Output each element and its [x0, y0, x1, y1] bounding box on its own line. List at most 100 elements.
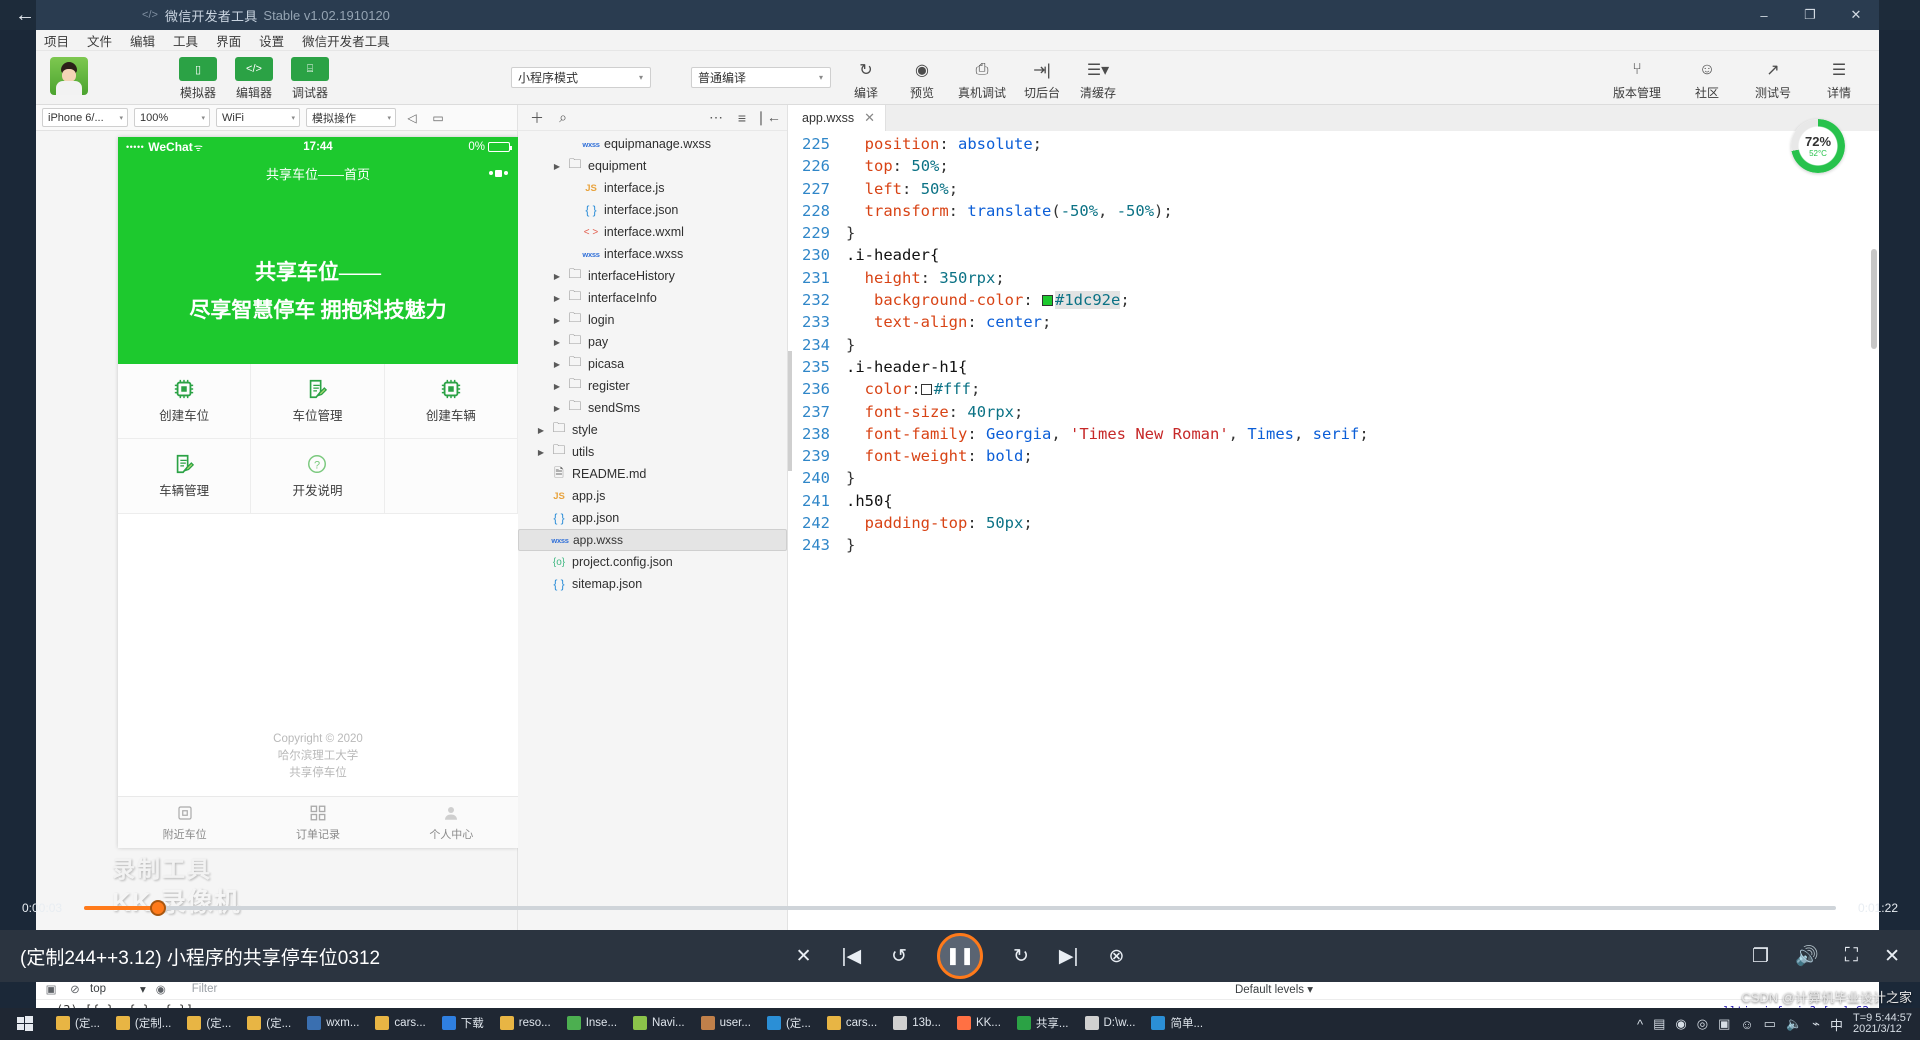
- video-progress-track[interactable]: [84, 900, 1836, 916]
- collapse-all-icon[interactable]: ≡: [731, 107, 753, 129]
- console-filter-input[interactable]: Filter: [192, 983, 218, 995]
- editor-tab-app-wxss[interactable]: app.wxss ✕: [788, 105, 887, 131]
- editor-scrollbar[interactable]: [1871, 249, 1877, 349]
- pause-button[interactable]: ❚❚: [937, 933, 983, 979]
- chevron-right-icon[interactable]: ▶: [550, 294, 564, 303]
- taskbar-item[interactable]: 共享...: [1009, 1008, 1077, 1040]
- clear-console-icon[interactable]: ▣: [42, 980, 60, 998]
- chevron-right-icon[interactable]: ▶: [550, 272, 564, 281]
- fullscreen-icon[interactable]: ⛶: [1845, 945, 1858, 967]
- chevron-right-icon[interactable]: ▶: [550, 162, 564, 171]
- tray-chat-icon[interactable]: ☺: [1740, 1017, 1753, 1032]
- toolbar-simulator-button[interactable]: ▯ 模拟器: [176, 57, 220, 101]
- taskbar-item[interactable]: KK...: [949, 1008, 1009, 1040]
- taskbar-item[interactable]: Inse...: [559, 1008, 625, 1040]
- menu-item-tools[interactable]: 工具: [171, 31, 200, 50]
- screencast-icon[interactable]: ▭: [428, 108, 448, 128]
- tree-item-equipmanage-wxss[interactable]: wxss equipmanage.wxss: [518, 133, 787, 155]
- grid-item-manage-spot[interactable]: 车位管理: [251, 364, 385, 439]
- mode-select[interactable]: 小程序模式 ▾: [511, 67, 651, 88]
- tray-monitor-icon[interactable]: ▭: [1764, 1016, 1776, 1032]
- toolbar-device-debug-button[interactable]: ⎙ 真机调试: [958, 57, 1006, 101]
- phone-tab-nearby[interactable]: 附近车位: [118, 797, 251, 848]
- menu-item-interface[interactable]: 界面: [214, 31, 243, 50]
- taskbar-item[interactable]: cars...: [819, 1008, 885, 1040]
- chevron-right-icon[interactable]: ▶: [534, 448, 548, 457]
- chevron-right-icon[interactable]: ▶: [550, 316, 564, 325]
- taskbar-item[interactable]: reso...: [492, 1008, 559, 1040]
- tree-item-interfaceinfo[interactable]: ▶ 🗀 interfaceInfo: [518, 287, 787, 309]
- capsule-buttons[interactable]: [489, 169, 508, 177]
- tray-app-icon[interactable]: ▣: [1718, 1016, 1730, 1032]
- tree-item-register[interactable]: ▶ 🗀 register: [518, 375, 787, 397]
- phone-tab-orders[interactable]: 订单记录: [251, 797, 384, 848]
- close-icon[interactable]: ✕: [864, 110, 875, 126]
- tree-item-sendsms[interactable]: ▶ 🗀 sendSms: [518, 397, 787, 419]
- tree-item-style[interactable]: ▶ 🗀 style: [518, 419, 787, 441]
- menu-item-devtools[interactable]: 微信开发者工具: [300, 31, 392, 50]
- minimize-button[interactable]: –: [1741, 0, 1787, 30]
- tray-edge-icon[interactable]: ◎: [1697, 1016, 1708, 1032]
- show-hidden-icons[interactable]: ^: [1637, 1017, 1643, 1032]
- toolbar-clear-cache-button[interactable]: ☰▾ 清缓存: [1078, 57, 1118, 101]
- taskbar-item[interactable]: (定制...: [108, 1008, 179, 1040]
- console-context-select[interactable]: top ▾: [90, 982, 146, 996]
- taskbar-item[interactable]: (定...: [239, 1008, 299, 1040]
- grid-item-manage-car[interactable]: 车辆管理: [118, 439, 252, 514]
- add-file-icon[interactable]: ＋: [526, 107, 548, 129]
- toolbar-debugger-button[interactable]: ⌸ 调试器: [288, 57, 332, 101]
- mute-icon[interactable]: ◁: [402, 108, 422, 128]
- tree-item-pay[interactable]: ▶ 🗀 pay: [518, 331, 787, 353]
- taskbar-item[interactable]: (定...: [179, 1008, 239, 1040]
- taskbar-item[interactable]: Navi...: [625, 1008, 693, 1040]
- device-select[interactable]: iPhone 6/... ▾: [42, 108, 128, 127]
- split-icon[interactable]: ❘←: [755, 107, 781, 129]
- tray-file-icon[interactable]: ▤: [1653, 1016, 1665, 1032]
- console-log-row[interactable]: ▶(3) [{…}, {…}, {…}]alltimeinfo.js? [sm]…: [36, 1000, 1879, 1008]
- more-icon[interactable]: ⋯: [705, 107, 727, 129]
- taskbar-clock[interactable]: T=9 5:44:57 2021/3/12: [1853, 1013, 1912, 1035]
- tree-item-readme-md[interactable]: 🗎 README.md: [518, 463, 787, 485]
- tray-ime-icon[interactable]: 中: [1830, 1015, 1843, 1034]
- chevron-right-icon[interactable]: ▶: [550, 382, 564, 391]
- chevron-right-icon[interactable]: ▶: [550, 360, 564, 369]
- console-levels-select[interactable]: Default levels ▾: [1235, 982, 1313, 996]
- shuffle-icon[interactable]: ✕: [796, 945, 812, 968]
- toolbar-preview-button[interactable]: ◉ 预览: [902, 57, 942, 101]
- next-icon[interactable]: ▶|: [1059, 945, 1079, 968]
- toolbar-testid-button[interactable]: ↗ 测试号: [1753, 57, 1793, 101]
- tree-item-app-wxss[interactable]: wxss app.wxss: [518, 529, 787, 551]
- taskbar-item[interactable]: (定...: [48, 1008, 108, 1040]
- menu-item-settings[interactable]: 设置: [257, 31, 286, 50]
- taskbar-item[interactable]: D:\w...: [1077, 1008, 1144, 1040]
- menu-item-project[interactable]: 项目: [42, 31, 71, 50]
- back-arrow-icon[interactable]: ←: [12, 3, 38, 27]
- toolbar-editor-button[interactable]: </> 编辑器: [232, 57, 276, 101]
- tree-item-interface-json[interactable]: { } interface.json: [518, 199, 787, 221]
- toolbar-background-button[interactable]: ⇥| 切后台: [1022, 57, 1062, 101]
- tree-item-app-js[interactable]: JS app.js: [518, 485, 787, 507]
- menu-item-edit[interactable]: 编辑: [128, 31, 157, 50]
- windows-icon[interactable]: [2, 1008, 48, 1040]
- taskbar-item[interactable]: (定...: [759, 1008, 819, 1040]
- compile-select[interactable]: 普通编译 ▾: [691, 67, 831, 88]
- close-icon[interactable]: ✕: [1884, 945, 1900, 968]
- taskbar-item[interactable]: user...: [693, 1008, 759, 1040]
- taskbar-item[interactable]: wxm...: [299, 1008, 367, 1040]
- tree-item-login[interactable]: ▶ 🗀 login: [518, 309, 787, 331]
- rewind-10-icon[interactable]: ↺: [891, 945, 907, 968]
- volume-icon[interactable]: 🔊: [1795, 944, 1819, 968]
- tree-item-interface-wxml[interactable]: < > interface.wxml: [518, 221, 787, 243]
- tree-item-app-json[interactable]: { } app.json: [518, 507, 787, 529]
- toolbar-details-button[interactable]: ☰ 详情: [1819, 57, 1859, 101]
- network-select[interactable]: WiFi ▾: [216, 108, 300, 127]
- taskbar-item[interactable]: 下载: [434, 1008, 492, 1040]
- action-select[interactable]: 模拟操作 ▾: [306, 108, 396, 127]
- console-log-list[interactable]: ▶(3) [{…}, {…}, {…}]alltimeinfo.js? [sm]…: [36, 1000, 1879, 1008]
- eye-icon[interactable]: ◉: [152, 980, 170, 998]
- tree-item-equipment[interactable]: ▶ 🗀 equipment: [518, 155, 787, 177]
- taskbar-item[interactable]: cars...: [367, 1008, 433, 1040]
- taskbar-item[interactable]: 简单...: [1143, 1008, 1211, 1040]
- video-progress-handle[interactable]: [149, 900, 166, 916]
- grid-item-create-car[interactable]: 创建车辆: [384, 364, 518, 439]
